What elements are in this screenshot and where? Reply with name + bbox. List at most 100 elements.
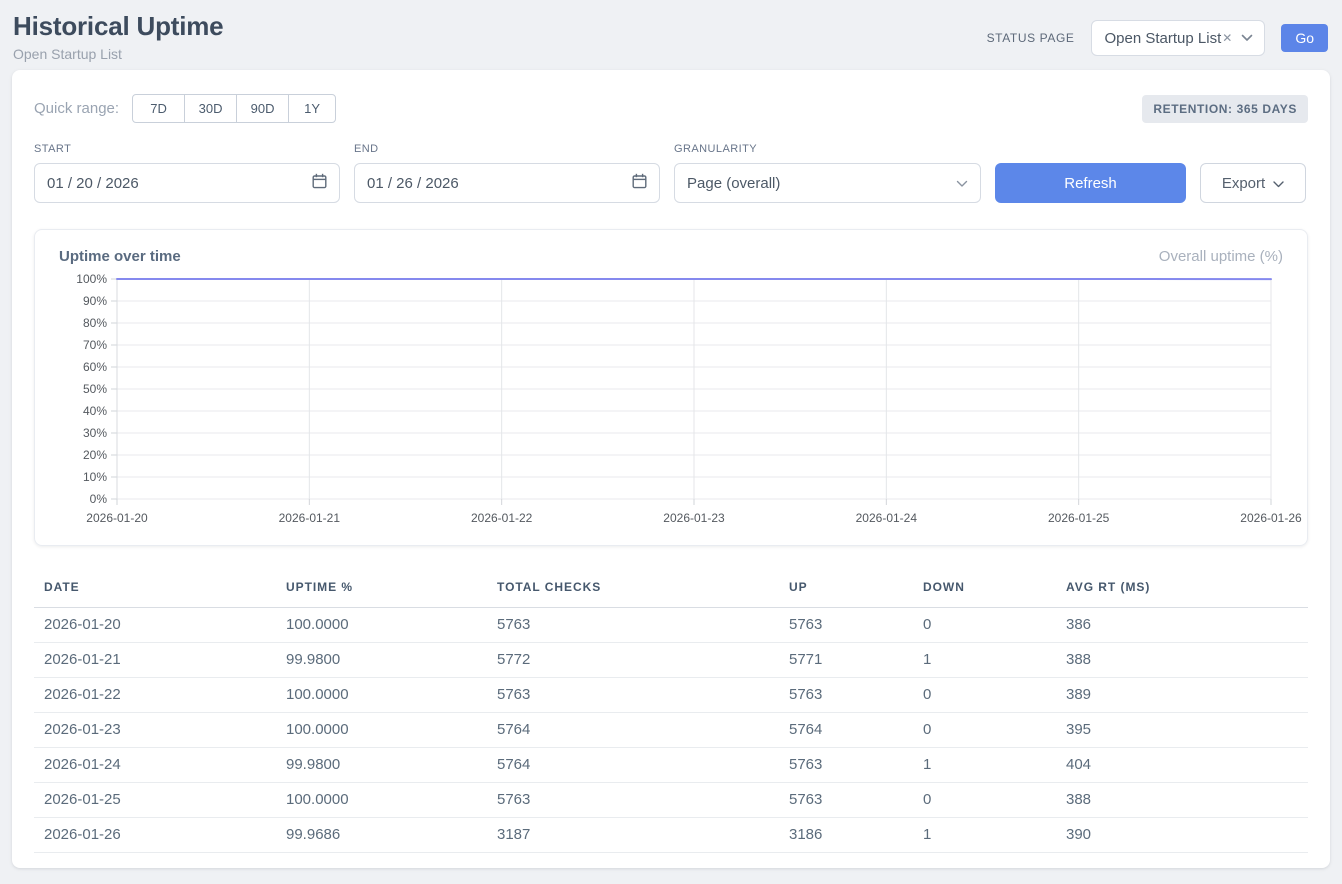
table-column-header: DATE [34,570,276,608]
chevron-down-icon [956,175,968,192]
quick-range-button-1y[interactable]: 1Y [288,94,336,123]
chart-legend: Overall uptime (%) [1159,248,1283,265]
table-cell: 1 [913,818,1056,853]
table-cell: 5763 [779,678,913,713]
table-cell: 5763 [779,783,913,818]
quick-range-row: Quick range: 7D30D90D1Y RETENTION: 365 D… [34,94,1308,123]
granularity-label: GRANULARITY [674,143,981,155]
go-button[interactable]: Go [1281,24,1328,52]
table-cell: 395 [1056,713,1308,748]
table-cell: 2026-01-20 [34,608,276,643]
table-cell: 5763 [487,783,779,818]
svg-text:2026-01-23: 2026-01-23 [663,511,725,525]
table-column-header: AVG RT (MS) [1056,570,1308,608]
table-cell: 2026-01-21 [34,643,276,678]
table-column-header: TOTAL CHECKS [487,570,779,608]
table-cell: 1 [913,748,1056,783]
svg-text:70%: 70% [83,338,107,352]
svg-text:2026-01-22: 2026-01-22 [471,511,533,525]
clear-icon[interactable]: ✕ [1222,31,1232,45]
uptime-chart: 0%10%20%30%40%50%60%70%80%90%100%2026-01… [59,271,1281,533]
table-row: 2026-01-2699.9686318731861390 [34,818,1308,853]
filters-row: START 01 / 20 / 2026 END 01 / 26 / 2026 … [34,143,1308,203]
svg-text:10%: 10% [83,470,107,484]
svg-text:80%: 80% [83,316,107,330]
table-head: DATEUPTIME %TOTAL CHECKSUPDOWNAVG RT (MS… [34,570,1308,608]
table-row: 2026-01-20100.0000576357630386 [34,608,1308,643]
table-cell: 2026-01-23 [34,713,276,748]
quick-range-button-30d[interactable]: 30D [184,94,237,123]
table-cell: 5764 [487,748,779,783]
svg-text:2026-01-21: 2026-01-21 [279,511,341,525]
table-cell: 99.9800 [276,748,487,783]
table-header-row: DATEUPTIME %TOTAL CHECKSUPDOWNAVG RT (MS… [34,570,1308,608]
table-row: 2026-01-25100.0000576357630388 [34,783,1308,818]
uptime-table: DATEUPTIME %TOTAL CHECKSUPDOWNAVG RT (MS… [34,570,1308,853]
table-cell: 386 [1056,608,1308,643]
page-title: Historical Uptime [13,11,223,42]
table-cell: 0 [913,608,1056,643]
table-cell: 388 [1056,643,1308,678]
granularity-value: Page (overall) [687,175,780,192]
table-cell: 2026-01-24 [34,748,276,783]
table-cell: 5763 [779,748,913,783]
table-row: 2026-01-2499.9800576457631404 [34,748,1308,783]
table-cell: 100.0000 [276,678,487,713]
svg-text:30%: 30% [83,426,107,440]
quick-range-group: 7D30D90D1Y [132,94,336,123]
svg-text:100%: 100% [76,272,107,286]
table-cell: 0 [913,713,1056,748]
quick-range-button-7d[interactable]: 7D [132,94,185,123]
chart-header: Uptime over time Overall uptime (%) [59,248,1283,265]
table-row: 2026-01-2199.9800577257711388 [34,643,1308,678]
table-row: 2026-01-23100.0000576457640395 [34,713,1308,748]
svg-text:2026-01-26: 2026-01-26 [1240,511,1302,525]
start-label: START [34,143,340,155]
granularity-select[interactable]: Page (overall) [674,163,981,203]
table-cell: 5764 [779,713,913,748]
svg-text:2026-01-20: 2026-01-20 [86,511,148,525]
table-cell: 5763 [487,608,779,643]
status-page-label: STATUS PAGE [987,31,1075,45]
table-cell: 0 [913,678,1056,713]
calendar-icon[interactable] [312,173,327,193]
main-panel: Quick range: 7D30D90D1Y RETENTION: 365 D… [12,70,1330,868]
quick-range-button-90d[interactable]: 90D [236,94,289,123]
end-label: END [354,143,660,155]
uptime-chart-card: Uptime over time Overall uptime (%) 0% 10… [34,229,1308,546]
end-date-input[interactable]: 01 / 26 / 2026 [354,163,660,203]
status-page-select[interactable]: Open Startup List ✕ [1091,20,1266,56]
start-date-group: START 01 / 20 / 2026 [34,143,340,203]
svg-text:90%: 90% [83,294,107,308]
svg-text:60%: 60% [83,360,107,374]
start-date-input[interactable]: 01 / 20 / 2026 [34,163,340,203]
chart-title: Uptime over time [59,248,181,265]
page-subtitle: Open Startup List [13,46,223,62]
quick-range-label: Quick range: [34,100,119,117]
table-cell: 5771 [779,643,913,678]
table-cell: 100.0000 [276,713,487,748]
table-cell: 3186 [779,818,913,853]
svg-text:0%: 0% [90,492,108,506]
status-page-select-value: Open Startup List [1105,30,1222,47]
table-cell: 100.0000 [276,608,487,643]
table-cell: 389 [1056,678,1308,713]
table-column-header: UPTIME % [276,570,487,608]
export-button-label: Export [1222,175,1265,192]
header-controls: STATUS PAGE Open Startup List ✕ Go [987,20,1328,56]
table-body: 2026-01-20100.00005763576303862026-01-21… [34,608,1308,853]
table-cell: 5772 [487,643,779,678]
end-date-group: END 01 / 26 / 2026 [354,143,660,203]
svg-text:40%: 40% [83,404,107,418]
table-cell: 5763 [779,608,913,643]
table-cell: 5763 [487,678,779,713]
table-row: 2026-01-22100.0000576357630389 [34,678,1308,713]
export-button[interactable]: Export [1200,163,1306,203]
table-cell: 99.9686 [276,818,487,853]
table-cell: 2026-01-26 [34,818,276,853]
calendar-icon[interactable] [632,173,647,193]
table-cell: 388 [1056,783,1308,818]
svg-text:2026-01-25: 2026-01-25 [1048,511,1110,525]
refresh-button[interactable]: Refresh [995,163,1186,203]
table-cell: 404 [1056,748,1308,783]
